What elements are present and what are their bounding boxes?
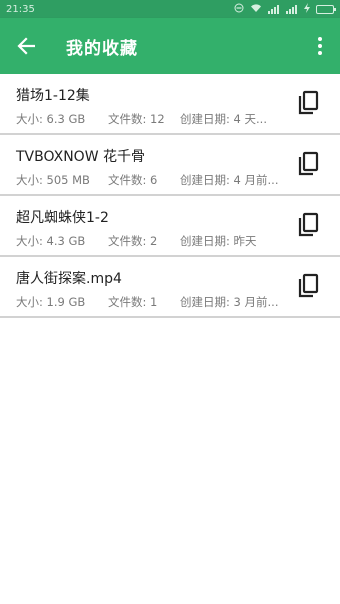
item-name: 猎场1-12集 [16,88,90,104]
item-created-date: 创建日期: 4 天... [180,112,267,126]
item-meta: 大小: 6.3 GB 文件数: 12 创建日期: 4 天... [16,111,284,127]
status-icons [234,2,336,16]
copy-icon [298,90,319,115]
status-time: 21:35 [6,3,35,15]
list-item[interactable]: 猎场1-12集 大小: 6.3 GB 文件数: 12 创建日期: 4 天... [0,74,340,135]
item-size: 大小: 6.3 GB [16,112,86,126]
page-title: 我的收藏 [66,38,138,59]
dnd-icon [234,3,244,16]
item-size: 大小: 4.3 GB [16,234,86,248]
battery-icon [316,4,336,14]
more-vert-icon [318,37,322,41]
item-name: 唐人街探案.mp4 [16,271,122,287]
list-item[interactable]: 超凡蜘蛛侠1-2 大小: 4.3 GB 文件数: 2 创建日期: 昨天 [0,196,340,257]
copy-icon [298,151,319,176]
copy-button[interactable] [296,212,322,240]
item-size: 大小: 1.9 GB [16,295,86,309]
item-meta: 大小: 4.3 GB 文件数: 2 创建日期: 昨天 [16,233,284,249]
back-button[interactable] [0,18,52,74]
item-created-date: 创建日期: 3 月前... [180,295,279,309]
status-bar: 21:35 [0,0,340,18]
copy-button[interactable] [296,273,322,301]
item-file-count: 文件数: 1 [108,295,158,309]
copy-icon [298,212,319,237]
wifi-icon [250,3,262,16]
signal-icon [268,4,280,14]
item-name: TVBOXNOW 花千骨 [16,149,145,165]
charging-icon [304,2,310,16]
item-file-count: 文件数: 2 [108,234,158,248]
item-size: 大小: 505 MB [16,173,90,187]
favorites-list: 猎场1-12集 大小: 6.3 GB 文件数: 12 创建日期: 4 天... TV… [0,74,340,318]
item-name: 超凡蜘蛛侠1-2 [16,210,109,226]
app-bar: 我的收藏 [0,18,340,74]
copy-button[interactable] [296,151,322,179]
copy-button[interactable] [296,90,322,118]
more-menu-button[interactable] [310,34,330,58]
item-created-date: 创建日期: 4 月前... [180,173,279,187]
item-created-date: 创建日期: 昨天 [180,234,257,248]
signal-icon-2 [286,4,298,14]
item-meta: 大小: 1.9 GB 文件数: 1 创建日期: 3 月前... [16,294,284,310]
arrow-back-icon [17,37,35,55]
list-item[interactable]: TVBOXNOW 花千骨 大小: 505 MB 文件数: 6 创建日期: 4 月前.… [0,135,340,196]
list-item[interactable]: 唐人街探案.mp4 大小: 1.9 GB 文件数: 1 创建日期: 3 月前... [0,257,340,318]
copy-icon [298,273,319,298]
item-file-count: 文件数: 6 [108,173,158,187]
item-meta: 大小: 505 MB 文件数: 6 创建日期: 4 月前... [16,172,284,188]
item-file-count: 文件数: 12 [108,112,165,126]
